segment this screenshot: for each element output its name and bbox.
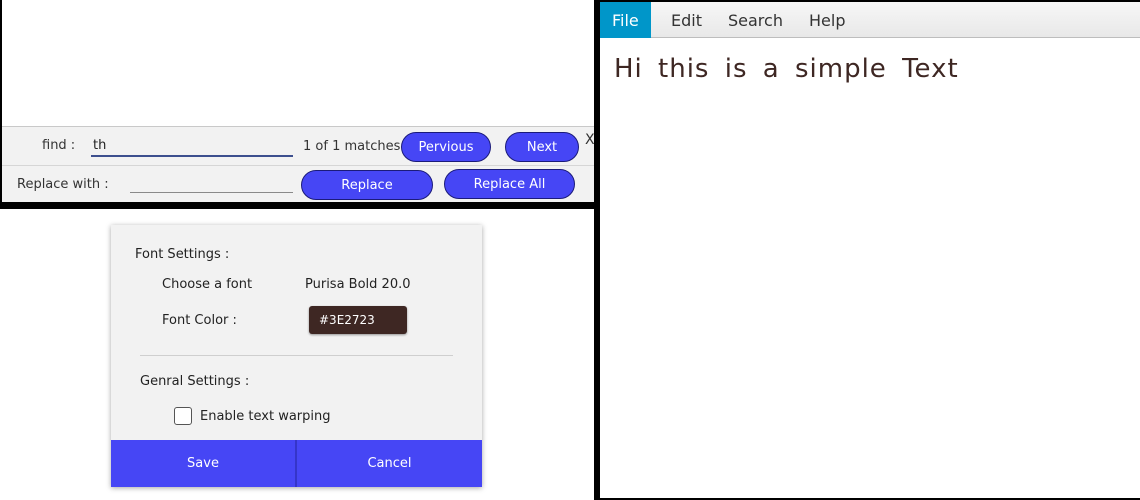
settings-dialog: Font Settings : Choose a font Purisa Bol… [111,225,482,487]
editor-window: File Edit Search Help Hi this is a simpl… [594,0,1140,500]
text-wrap-label: Enable text warping [200,409,331,424]
text-wrap-checkbox[interactable] [174,407,192,425]
font-settings-heading: Font Settings : [135,247,230,262]
find-window-text-area[interactable] [2,0,596,126]
find-replace-window: find : 1 of 1 matches Pervious Next X Re… [0,0,596,209]
document-text[interactable]: Hi this is a simple Text [614,54,959,84]
row-divider [2,165,596,166]
find-replace-bar: find : 1 of 1 matches Pervious Next X Re… [2,126,596,202]
choose-font-label: Choose a font [162,277,253,292]
section-separator [140,355,453,356]
font-color-label: Font Color : [162,313,237,328]
cancel-button[interactable]: Cancel [297,440,482,487]
find-label: find : [42,138,76,153]
replace-all-button[interactable]: Replace All [444,169,575,199]
menu-search[interactable]: Search [716,2,795,38]
menu-edit[interactable]: Edit [659,2,714,38]
general-settings-heading: Genral Settings : [140,374,250,389]
replace-input[interactable] [130,171,293,193]
match-status: 1 of 1 matches [303,139,401,154]
replace-button[interactable]: Replace [301,170,433,200]
next-button[interactable]: Next [505,132,579,162]
menu-bar: File Edit Search Help [600,2,1140,38]
save-button[interactable]: Save [111,440,295,487]
replace-label: Replace with : [17,177,109,192]
find-input[interactable] [91,135,293,157]
font-color-picker[interactable]: #3E2723 [309,306,407,334]
previous-button[interactable]: Pervious [401,132,491,162]
font-value[interactable]: Purisa Bold 20.0 [305,277,411,292]
menu-file[interactable]: File [600,2,651,38]
menu-help[interactable]: Help [797,2,857,38]
